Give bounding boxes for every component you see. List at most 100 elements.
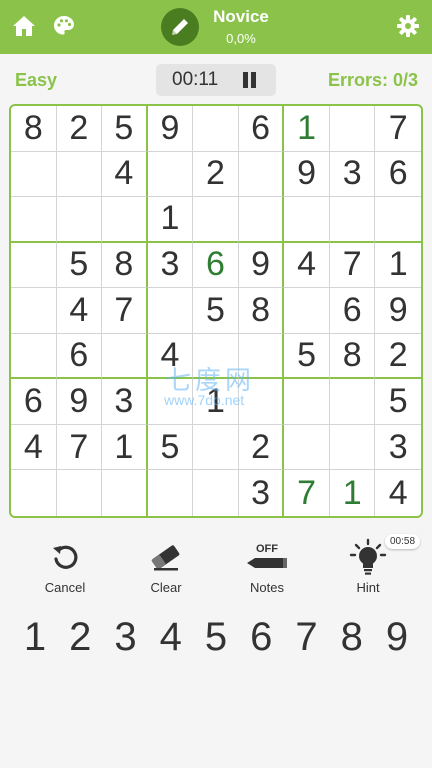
sudoku-cell[interactable] xyxy=(375,197,421,243)
sudoku-cell[interactable] xyxy=(329,197,376,243)
sudoku-cell[interactable] xyxy=(284,197,330,243)
number-button-4[interactable]: 4 xyxy=(151,612,191,662)
sudoku-cell[interactable] xyxy=(193,470,239,516)
sudoku-cell[interactable]: 6 xyxy=(238,106,285,152)
palette-icon xyxy=(54,16,74,35)
sudoku-cell[interactable]: 3 xyxy=(102,379,148,425)
sudoku-cell[interactable]: 7 xyxy=(102,288,148,334)
number-button-1[interactable]: 1 xyxy=(15,612,55,662)
sudoku-cell[interactable]: 5 xyxy=(102,106,148,152)
sudoku-cell[interactable] xyxy=(102,197,148,243)
sudoku-cell[interactable]: 8 xyxy=(238,288,285,334)
sudoku-cell[interactable]: 7 xyxy=(375,106,421,152)
sudoku-cell[interactable]: 5 xyxy=(56,242,103,289)
settings-button[interactable] xyxy=(392,10,424,42)
sudoku-cell[interactable] xyxy=(147,151,194,198)
sudoku-cell[interactable]: 2 xyxy=(375,334,421,380)
number-button-7[interactable]: 7 xyxy=(287,612,327,662)
sudoku-cell[interactable]: 1 xyxy=(375,243,421,289)
sudoku-cell[interactable] xyxy=(102,333,148,380)
sudoku-cell[interactable] xyxy=(193,197,239,243)
sudoku-cell[interactable]: 1 xyxy=(330,470,376,516)
home-button[interactable] xyxy=(8,10,40,42)
number-button-9[interactable]: 9 xyxy=(377,612,417,662)
pause-button[interactable] xyxy=(242,72,258,88)
sudoku-cell[interactable]: 6 xyxy=(329,288,376,334)
sudoku-cell[interactable] xyxy=(193,424,239,471)
sudoku-cell[interactable] xyxy=(284,424,330,471)
sudoku-cell[interactable]: 9 xyxy=(238,242,285,289)
timer-text: 00:11 xyxy=(172,69,219,90)
theme-button[interactable] xyxy=(48,10,80,42)
top-bar: Novice 0,0% xyxy=(0,0,432,54)
level-title: Novice xyxy=(213,7,269,26)
sudoku-cell[interactable]: 4 xyxy=(102,151,148,198)
number-button-3[interactable]: 3 xyxy=(106,612,146,662)
clear-label: Clear xyxy=(150,580,182,595)
sudoku-cell[interactable]: 5 xyxy=(147,424,194,471)
sudoku-cell[interactable] xyxy=(238,197,285,243)
sudoku-cell[interactable]: 3 xyxy=(239,470,285,516)
sudoku-cell[interactable] xyxy=(56,151,103,198)
sudoku-cell[interactable] xyxy=(284,288,330,334)
sudoku-cell[interactable]: 6 xyxy=(375,152,421,198)
sudoku-cell[interactable]: 9 xyxy=(375,288,421,334)
sudoku-cell[interactable]: 6 xyxy=(193,242,239,289)
sudoku-cell[interactable] xyxy=(11,242,57,289)
sudoku-cell[interactable]: 5 xyxy=(375,379,421,425)
sudoku-cell[interactable]: 3 xyxy=(329,151,376,198)
sudoku-cell[interactable]: 7 xyxy=(56,424,103,471)
sudoku-cell[interactable] xyxy=(329,106,376,152)
sudoku-cell[interactable]: 3 xyxy=(147,242,194,289)
sudoku-cell[interactable]: 4 xyxy=(56,288,103,334)
sudoku-cell[interactable]: 6 xyxy=(56,333,103,380)
sudoku-cell[interactable] xyxy=(102,470,148,516)
cancel-button[interactable]: Cancel xyxy=(25,538,105,598)
number-button-5[interactable]: 5 xyxy=(196,612,236,662)
sudoku-cell[interactable]: 4 xyxy=(284,242,330,289)
sudoku-cell[interactable]: 5 xyxy=(284,333,330,380)
sudoku-cell[interactable] xyxy=(284,379,330,425)
sudoku-cell[interactable]: 7 xyxy=(284,470,330,516)
sudoku-cell[interactable]: 1 xyxy=(147,197,194,243)
sudoku-cell[interactable] xyxy=(193,106,239,152)
sudoku-cell[interactable]: 7 xyxy=(329,242,376,289)
number-button-2[interactable]: 2 xyxy=(60,612,100,662)
level-badge[interactable] xyxy=(161,8,199,46)
sudoku-cell[interactable]: 2 xyxy=(56,106,103,152)
sudoku-cell[interactable]: 4 xyxy=(11,424,57,471)
sudoku-cell[interactable]: 9 xyxy=(284,151,330,198)
sudoku-cell[interactable]: 5 xyxy=(193,288,239,334)
number-button-6[interactable]: 6 xyxy=(241,612,281,662)
number-button-8[interactable]: 8 xyxy=(332,612,372,662)
sudoku-cell[interactable] xyxy=(147,288,194,334)
gear-icon xyxy=(397,15,419,37)
sudoku-cell[interactable] xyxy=(329,424,376,471)
sudoku-cell[interactable]: 9 xyxy=(56,379,103,425)
clear-button[interactable]: Clear xyxy=(126,538,206,598)
sudoku-cell[interactable] xyxy=(11,470,57,516)
sudoku-cell[interactable]: 8 xyxy=(102,242,148,289)
sudoku-cell[interactable] xyxy=(11,333,57,380)
sudoku-cell[interactable] xyxy=(56,197,103,243)
sudoku-cell[interactable]: 2 xyxy=(238,424,285,471)
sudoku-cell[interactable] xyxy=(57,470,103,516)
sudoku-cell[interactable] xyxy=(329,379,376,425)
notes-button[interactable]: OFF Notes xyxy=(227,538,307,598)
sudoku-cell[interactable]: 8 xyxy=(11,106,57,152)
hint-button[interactable]: 00:58 Hint xyxy=(328,534,421,598)
sudoku-cell[interactable]: 9 xyxy=(147,106,194,152)
sudoku-cell[interactable] xyxy=(238,151,285,198)
sudoku-cell[interactable]: 3 xyxy=(375,425,421,471)
sudoku-cell[interactable]: 1 xyxy=(102,424,148,471)
sudoku-cell[interactable] xyxy=(11,151,57,198)
lightbulb-icon xyxy=(349,538,387,575)
sudoku-cell[interactable]: 1 xyxy=(284,106,330,152)
sudoku-cell[interactable]: 4 xyxy=(375,470,421,516)
sudoku-cell[interactable]: 2 xyxy=(193,151,239,198)
sudoku-cell[interactable] xyxy=(11,197,57,243)
sudoku-cell[interactable]: 6 xyxy=(11,379,57,425)
sudoku-cell[interactable] xyxy=(148,470,194,516)
sudoku-cell[interactable] xyxy=(11,288,57,334)
sudoku-cell[interactable]: 8 xyxy=(329,333,376,380)
